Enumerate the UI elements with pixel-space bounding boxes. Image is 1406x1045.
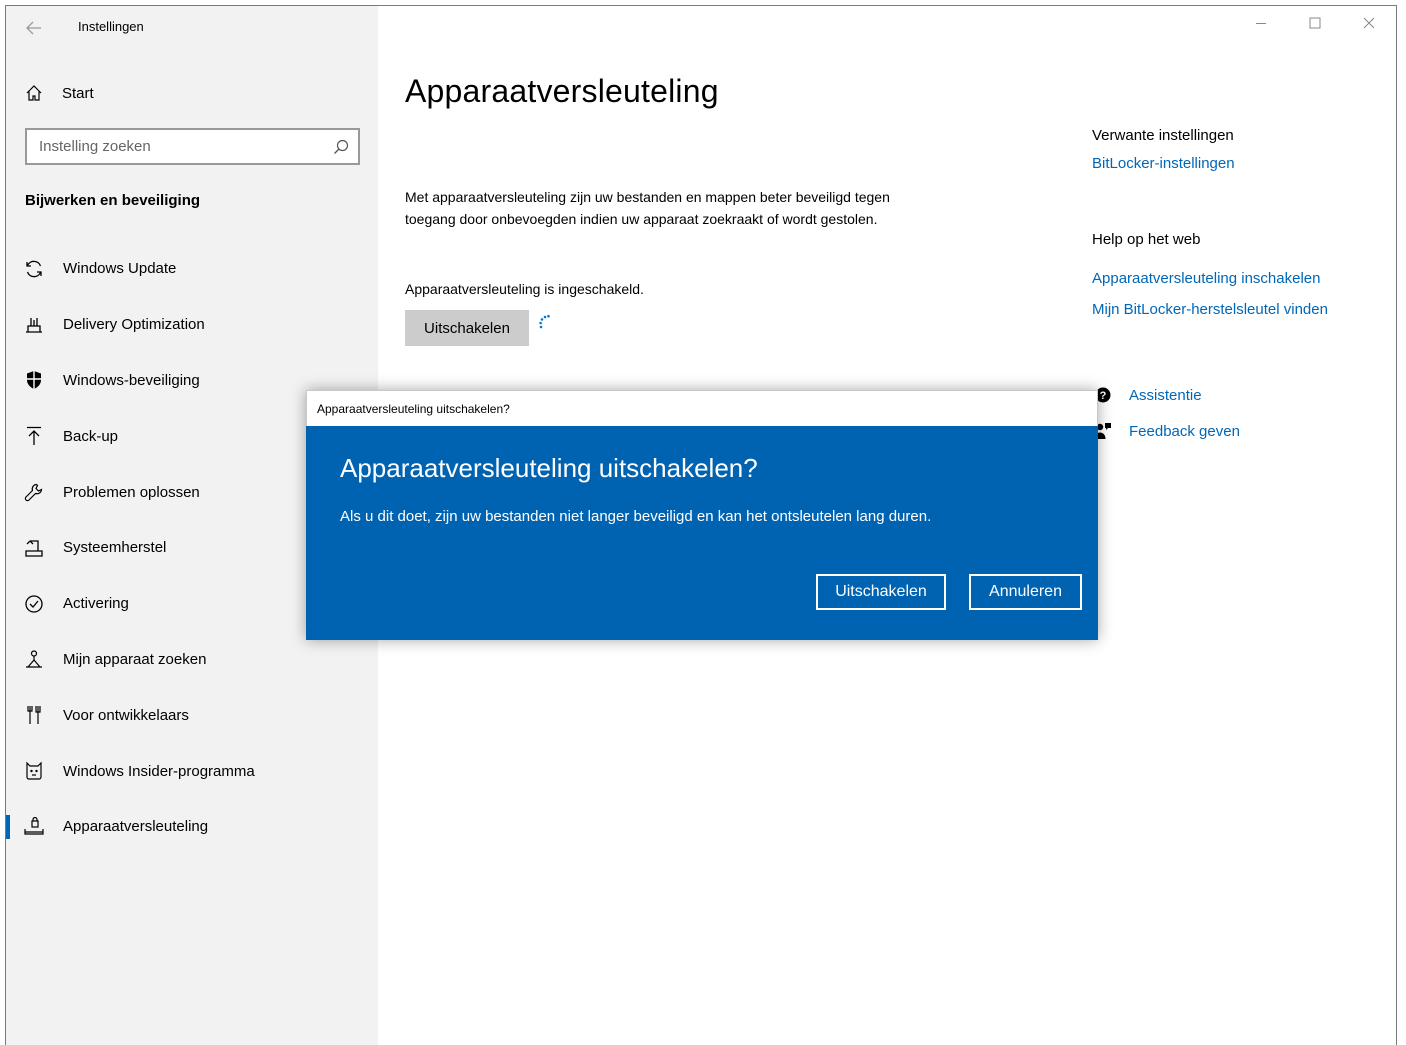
dialog-confirm-button[interactable]: Uitschakelen [816,574,946,610]
encryption-status: Apparaatversleuteling is ingeschakeld. [405,281,644,297]
app-title: Instellingen [78,19,144,34]
back-button[interactable] [16,14,52,42]
feedback-label: Feedback geven [1129,422,1240,440]
sidebar-item-label: Voor ontwikkelaars [63,706,189,724]
bitlocker-settings-link[interactable]: BitLocker-instellingen [1092,155,1382,172]
sidebar-item-label: Systeemherstel [63,539,167,557]
sidebar-item-label: Delivery Optimization [63,316,205,334]
shield-icon [22,368,46,392]
help-link-find-recovery-key[interactable]: Mijn BitLocker-herstelsleutel vinden [1092,301,1382,318]
insider-cat-icon [22,759,46,783]
related-settings: Verwante instellingen BitLocker-instelli… [1092,127,1382,318]
search-icon[interactable] [324,139,358,155]
developer-tools-icon [22,703,46,727]
delivery-optimization-icon [22,313,46,337]
sidebar-item-windows-insider[interactable]: Windows Insider-programma [6,743,378,799]
check-circle-icon [22,592,46,616]
related-heading: Verwante instellingen [1092,127,1234,144]
sidebar-item-label: Back-up [63,427,119,445]
assist-link[interactable]: ? Assistentie [1092,386,1202,404]
sidebar-item-label: Windows-beveiliging [63,371,200,389]
find-device-icon [22,647,46,671]
sidebar-item-windows-update[interactable]: Windows Update [6,241,378,297]
dialog-message: Als u dit doet, zijn uw bestanden niet l… [340,508,932,525]
sidebar-item-label: Windows Update [63,260,177,278]
sidebar-item-label: Mijn apparaat zoeken [63,650,207,668]
svg-text:?: ? [1100,390,1107,402]
sidebar-item-label: Apparaatversleuteling [63,818,209,836]
dialog-body: Apparaatversleuteling uitschakelen? Als … [306,426,1098,640]
close-icon [1363,17,1375,29]
minimize-button[interactable] [1234,6,1288,40]
page-description: Met apparaatversleuteling zijn uw bestan… [405,189,890,227]
feedback-link[interactable]: Feedback geven [1092,422,1240,440]
search-box[interactable] [25,128,360,165]
sidebar-item-delivery-optimization[interactable]: Delivery Optimization [6,297,378,353]
sidebar-item-device-encryption[interactable]: Apparaatversleuteling [6,799,378,855]
sidebar-item-label: Problemen oplossen [63,483,200,501]
wrench-icon [22,480,46,504]
sync-icon [22,257,46,281]
disable-encryption-button[interactable]: Uitschakelen [405,310,529,346]
page-title: Apparaatversleuteling [405,73,719,109]
search-input[interactable] [39,138,324,155]
nav-home-label: Start [62,84,94,102]
device-encryption-icon [22,815,46,839]
dialog-titlebar: Apparaatversleuteling uitschakelen? [306,390,1098,426]
sidebar-item-label: Activering [63,595,129,613]
dialog-window-title: Apparaatversleuteling uitschakelen? [317,401,510,416]
window-controls [1234,6,1396,40]
close-button[interactable] [1342,6,1396,40]
loading-spinner-icon [539,314,550,329]
backup-upload-icon [22,424,46,448]
section-title: Bijwerken en beveiliging [25,192,201,209]
back-arrow-icon [26,21,41,35]
sidebar-item-developers[interactable]: Voor ontwikkelaars [6,687,378,743]
sidebar-item-label: Windows Insider-programma [63,762,255,780]
maximize-button[interactable] [1288,6,1342,40]
help-web-heading: Help op het web [1092,231,1201,248]
recovery-icon [22,536,46,560]
dialog-cancel-button[interactable]: Annuleren [969,574,1082,610]
confirm-disable-dialog: Apparaatversleuteling uitschakelen? Appa… [306,390,1098,640]
assist-label: Assistentie [1129,386,1202,404]
nav-home[interactable]: Start [22,80,94,106]
maximize-icon [1309,17,1321,29]
minimize-icon [1256,23,1266,24]
help-link-enable-encryption[interactable]: Apparaatversleuteling inschakelen [1092,270,1382,287]
dialog-heading: Apparaatversleuteling uitschakelen? [340,453,758,483]
selection-indicator [6,814,10,839]
home-icon [22,84,46,102]
